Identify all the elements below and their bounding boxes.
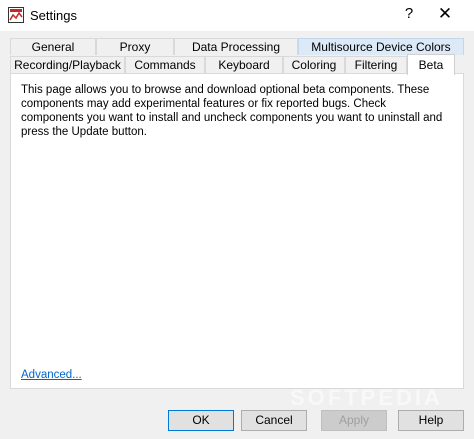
tab-multisource-device-colors[interactable]: Multisource Device Colors [298,38,464,55]
tab-data-processing[interactable]: Data Processing [174,38,298,55]
tab-coloring[interactable]: Coloring [283,56,345,73]
tab-filtering[interactable]: Filtering [345,56,407,73]
tab-general[interactable]: General [10,38,96,55]
beta-description: This page allows you to browse and downl… [21,84,443,138]
title-bar: Settings ? ✕ [0,0,474,31]
cancel-button[interactable]: Cancel [241,410,307,431]
help-icon[interactable]: ? [402,5,416,22]
beta-panel: This page allows you to browse and downl… [10,73,464,389]
app-icon [8,7,24,23]
ok-button[interactable]: OK [168,410,234,431]
tab-proxy[interactable]: Proxy [96,38,174,55]
advanced-link[interactable]: Advanced... [21,369,82,381]
tab-commands[interactable]: Commands [125,56,205,73]
help-button[interactable]: Help [398,410,464,431]
close-icon[interactable]: ✕ [436,4,454,24]
tab-keyboard[interactable]: Keyboard [205,56,283,73]
window-title: Settings [30,8,77,23]
apply-button[interactable]: Apply [321,410,387,431]
tab-recording-playback[interactable]: Recording/Playback [10,56,125,73]
tab-beta[interactable]: Beta [407,54,455,75]
